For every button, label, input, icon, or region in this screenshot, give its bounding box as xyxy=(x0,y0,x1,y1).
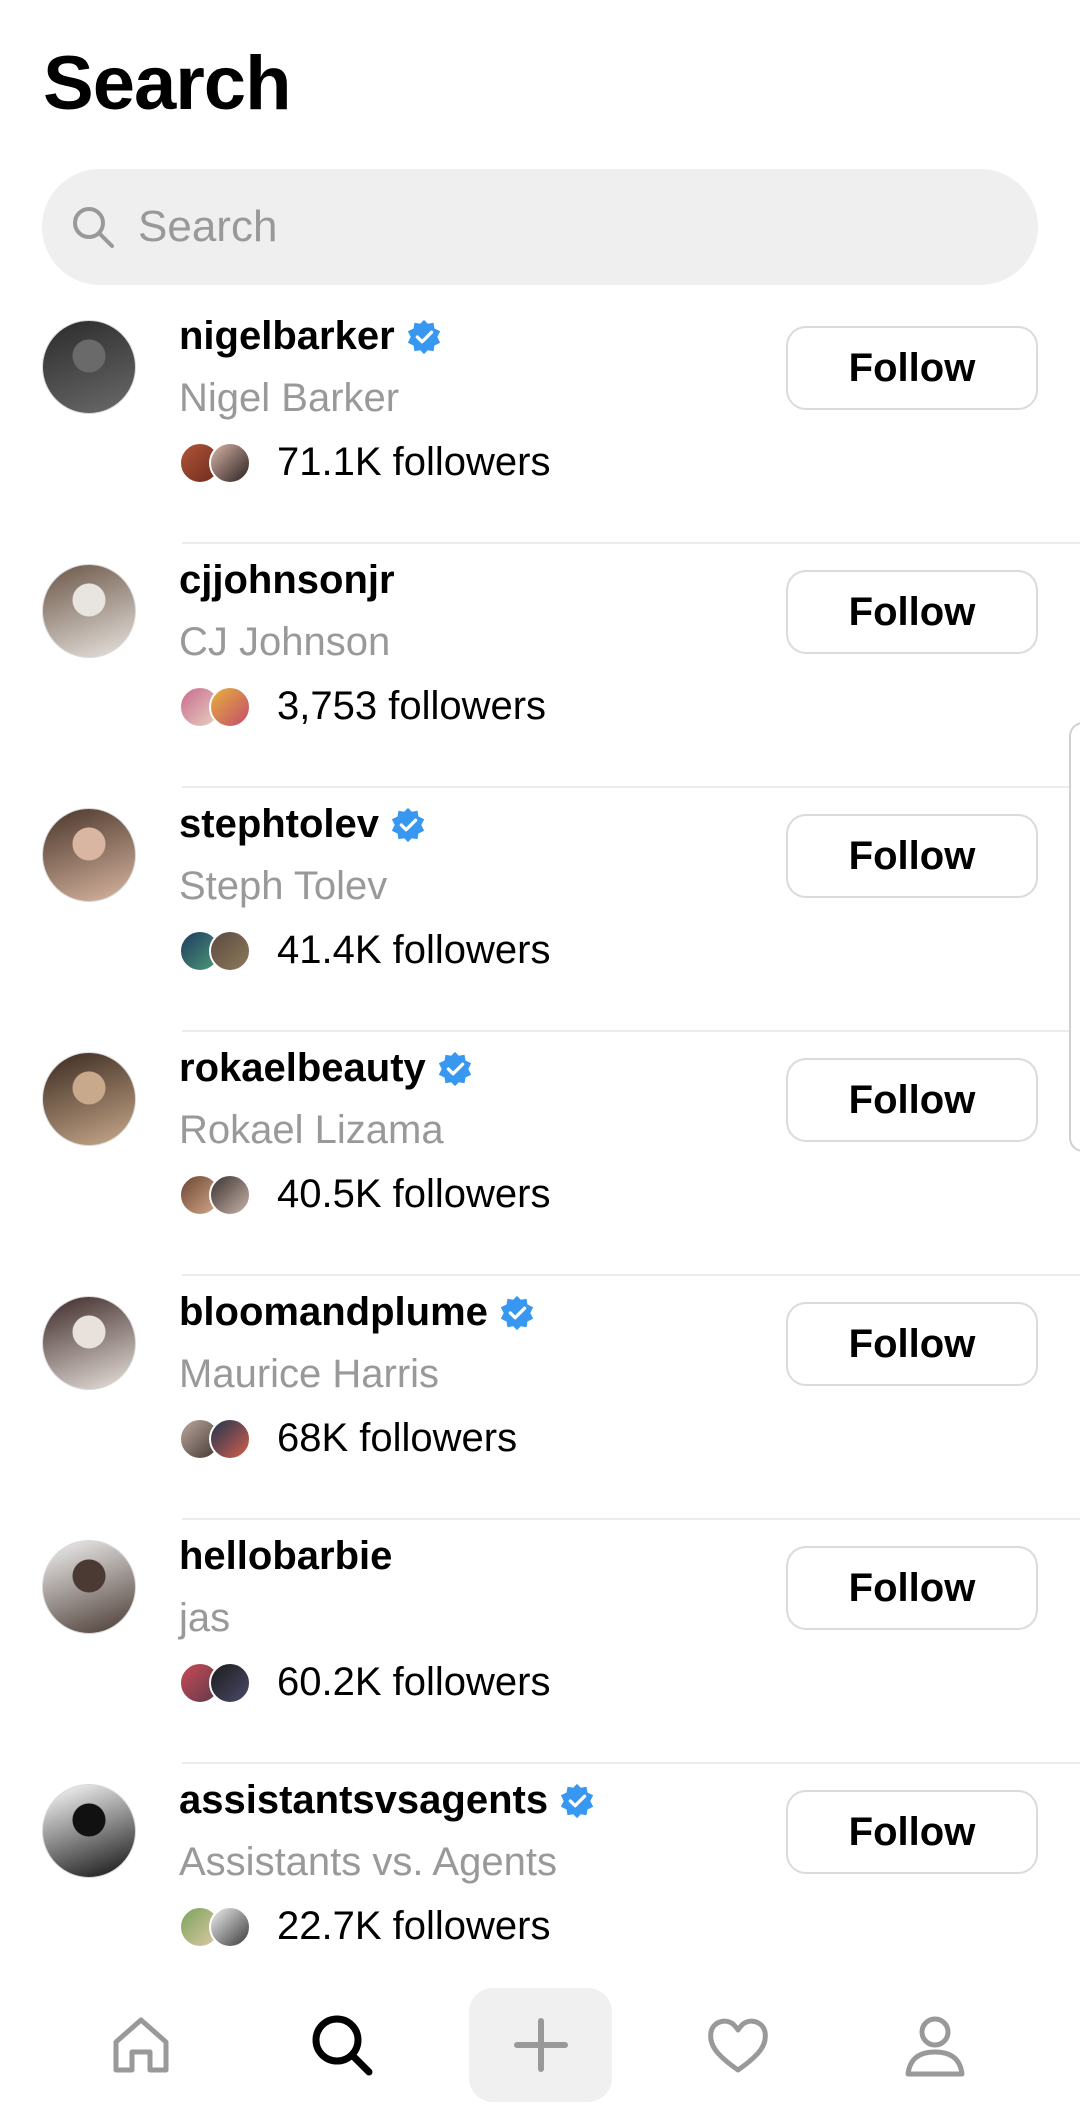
username[interactable]: nigelbarker xyxy=(179,314,395,359)
followers-info: 3,753 followers xyxy=(179,684,546,729)
follow-button[interactable]: Follow xyxy=(786,326,1038,410)
nav-search[interactable] xyxy=(287,1990,397,2100)
avatar[interactable] xyxy=(42,1296,136,1390)
profile-icon xyxy=(905,2016,965,2077)
followers-info: 60.2K followers xyxy=(179,1660,550,1705)
verified-badge-icon xyxy=(438,1051,471,1086)
avatar[interactable] xyxy=(42,1784,136,1878)
followers-info: 68K followers xyxy=(179,1416,517,1461)
follow-button[interactable]: Follow xyxy=(786,1302,1038,1386)
followers-count: 68K followers xyxy=(277,1416,518,1460)
mutual-avatar xyxy=(209,1661,251,1704)
mutual-avatar xyxy=(209,441,251,484)
followers-info: 22.7K followers xyxy=(179,1904,550,1949)
search-input[interactable] xyxy=(138,202,938,252)
follow-button[interactable]: Follow xyxy=(786,1546,1038,1630)
search-bar[interactable] xyxy=(42,169,1038,285)
username-wrap: hellobarbie xyxy=(179,1534,392,1579)
verified-badge-icon xyxy=(560,1783,594,1818)
avatar[interactable] xyxy=(42,564,136,658)
full-name: jas xyxy=(179,1596,231,1640)
followers-count: 40.5K followers xyxy=(277,1172,551,1216)
user-result-row[interactable]: bloomandplume Maurice Harris 68K followe… xyxy=(0,1276,1080,1520)
follow-button[interactable]: Follow xyxy=(786,570,1038,654)
nav-home[interactable] xyxy=(86,1990,196,2100)
username-wrap: cjjohnsonjr xyxy=(179,558,395,603)
username-wrap: assistantsvsagents xyxy=(179,1778,596,1823)
user-result-row[interactable]: hellobarbie jas 60.2K followers Follow xyxy=(0,1520,1080,1764)
follow-button[interactable]: Follow xyxy=(786,814,1038,898)
nav-activity[interactable] xyxy=(683,1990,793,2100)
scrollbar-handle[interactable] xyxy=(1069,722,1080,1152)
avatar[interactable] xyxy=(42,1540,136,1634)
full-name: Rokael Lizama xyxy=(179,1108,444,1152)
mutual-avatar xyxy=(209,929,251,972)
username[interactable]: stephtolev xyxy=(179,802,379,847)
followers-count: 3,753 followers xyxy=(277,684,547,728)
follow-button[interactable]: Follow xyxy=(786,1790,1038,1874)
nav-profile[interactable] xyxy=(880,1990,990,2100)
followers-info: 40.5K followers xyxy=(179,1172,550,1217)
follow-button[interactable]: Follow xyxy=(786,1058,1038,1142)
avatar[interactable] xyxy=(42,1052,136,1146)
username[interactable]: bloomandplume xyxy=(179,1290,488,1335)
username-wrap: bloomandplume xyxy=(179,1290,536,1335)
full-name: Nigel Barker xyxy=(179,376,400,420)
user-result-row[interactable]: rokaelbeauty Rokael Lizama 40.5K followe… xyxy=(0,1032,1080,1276)
followers-info: 71.1K followers xyxy=(179,440,550,485)
nav-create[interactable] xyxy=(469,1988,612,2102)
user-result-row[interactable]: stephtolev Steph Tolev 41.4K followers F… xyxy=(0,788,1080,1032)
mutual-avatar xyxy=(209,685,251,728)
search-icon xyxy=(312,2015,373,2076)
username-wrap: rokaelbeauty xyxy=(179,1046,474,1091)
user-result-row[interactable]: nigelbarker Nigel Barker 71.1K followers… xyxy=(0,300,1080,544)
username-wrap: nigelbarker xyxy=(179,314,443,359)
verified-badge-icon xyxy=(500,1295,534,1330)
username-wrap: stephtolev xyxy=(179,802,427,847)
full-name: Steph Tolev xyxy=(179,864,388,908)
search-icon xyxy=(73,207,114,248)
home-icon xyxy=(113,2017,169,2073)
user-result-row[interactable]: cjjohnsonjr CJ Johnson 3,753 followers F… xyxy=(0,544,1080,788)
bottom-navigation xyxy=(0,1968,1080,2119)
full-name: CJ Johnson xyxy=(179,620,391,664)
heart-icon xyxy=(708,2018,768,2073)
verified-badge-icon xyxy=(391,807,425,842)
search-results-list: nigelbarker Nigel Barker 71.1K followers… xyxy=(0,300,1080,2008)
followers-count: 71.1K followers xyxy=(277,440,551,484)
full-name: Maurice Harris xyxy=(179,1352,440,1396)
mutual-avatar xyxy=(209,1173,251,1216)
username[interactable]: assistantsvsagents xyxy=(179,1778,548,1823)
avatar[interactable] xyxy=(42,320,136,414)
verified-badge-icon xyxy=(407,319,440,354)
followers-count: 60.2K followers xyxy=(277,1660,551,1704)
page-title: Search xyxy=(43,41,291,126)
username[interactable]: hellobarbie xyxy=(179,1534,392,1579)
followers-info: 41.4K followers xyxy=(179,928,550,973)
avatar[interactable] xyxy=(42,808,136,902)
followers-count: 41.4K followers xyxy=(277,928,551,972)
username[interactable]: cjjohnsonjr xyxy=(179,558,395,603)
mutual-avatar xyxy=(209,1905,251,1948)
username[interactable]: rokaelbeauty xyxy=(179,1046,426,1091)
full-name: Assistants vs. Agents xyxy=(179,1840,557,1884)
mutual-avatar xyxy=(209,1417,251,1460)
plus-icon xyxy=(513,2018,568,2072)
followers-count: 22.7K followers xyxy=(277,1904,551,1948)
